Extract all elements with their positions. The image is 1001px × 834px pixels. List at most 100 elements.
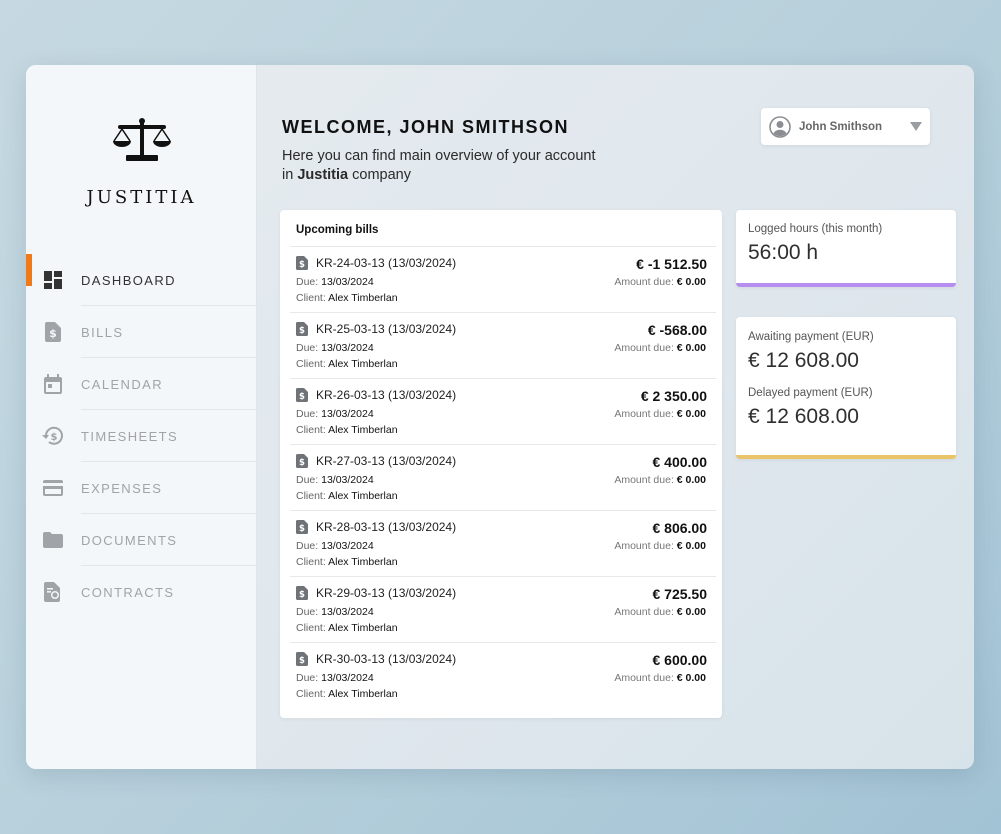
svg-text:$: $ [51,432,58,443]
awaiting-payment-label: Awaiting payment (EUR) [748,331,874,343]
dashboard-icon [42,269,64,291]
bill-client: Client: Alex Timberlan [296,490,398,502]
due-date: 13/03/2024 [321,540,374,552]
delayed-payment-label: Delayed payment (EUR) [748,387,873,399]
bill-number[interactable]: KR-24-03-13 (13/03/2024) [316,256,456,270]
amount-due-value: € 0.00 [676,540,706,552]
dollar-document-icon: $ [296,256,308,270]
amount-due-value: € 0.00 [676,474,706,486]
history-dollar-icon: $ [42,425,64,447]
due-label: Due: [296,474,319,486]
sidebar: JUSTITIA DASHBOARD $ BILLS CALENDAR $ TI… [26,65,257,769]
scales-of-justice-icon [112,118,171,161]
bill-client: Client: Alex Timberlan [296,292,398,304]
bill-due: Due: 13/03/2024 [296,606,374,618]
amount-due-value: € 0.00 [676,606,706,618]
user-menu-dropdown[interactable]: John Smithson [761,108,930,145]
bill-amount-due: Amount due: € 0.00 [614,276,706,288]
sidebar-nav: DASHBOARD $ BILLS CALENDAR $ TIMESHEETS [26,254,257,618]
intro-text: Here you can find main overview of your … [282,147,642,185]
svg-text:$: $ [299,392,305,402]
svg-text:$: $ [299,524,305,534]
bill-due: Due: 13/03/2024 [296,342,374,354]
client-label: Client: [296,424,326,436]
sidebar-item-label: DOCUMENTS [81,532,178,548]
client-label: Client: [296,556,326,568]
intro-company: Justitia [297,167,349,183]
dollar-document-icon: $ [296,454,308,468]
sidebar-item-label: CALENDAR [81,376,163,392]
bill-client: Client: Alex Timberlan [296,622,398,634]
sidebar-item-expenses[interactable]: EXPENSES [26,462,257,514]
svg-text:$: $ [299,590,305,600]
svg-text:$: $ [49,327,57,340]
bill-row[interactable]: $ KR-24-03-13 (13/03/2024) Due: 13/03/2024… [290,247,716,313]
sidebar-item-contracts[interactable]: CONTRACTS [26,566,257,618]
bill-row[interactable]: $ KR-30-03-13 (13/03/2024) Due: 13/03/2024… [290,643,716,709]
due-date: 13/03/2024 [321,474,374,486]
dollar-document-icon: $ [296,586,308,600]
bill-row[interactable]: $ KR-29-03-13 (13/03/2024) Due: 13/03/2024… [290,577,716,643]
main-content: WELCOME, JOHN SMITHSON Here you can find… [258,65,974,769]
due-label: Due: [296,540,319,552]
due-label: Due: [296,276,319,288]
bill-number[interactable]: KR-30-03-13 (13/03/2024) [316,652,456,666]
bill-number[interactable]: KR-29-03-13 (13/03/2024) [316,586,456,600]
bill-row[interactable]: $ KR-28-03-13 (13/03/2024) Due: 13/03/2024… [290,511,716,577]
amount-due-value: € 0.00 [676,276,706,288]
due-label: Due: [296,342,319,354]
bill-number[interactable]: KR-28-03-13 (13/03/2024) [316,520,456,534]
bill-number[interactable]: KR-25-03-13 (13/03/2024) [316,322,456,336]
sidebar-item-timesheets[interactable]: $ TIMESHEETS [26,410,257,462]
client-label: Client: [296,292,326,304]
client-label: Client: [296,688,326,700]
svg-text:$: $ [299,260,305,270]
delayed-payment-value: € 12 608.00 [748,405,859,428]
amount-due-label: Amount due: [614,540,674,552]
client-label: Client: [296,490,326,502]
dollar-document-icon: $ [296,388,308,402]
bill-row[interactable]: $ KR-25-03-13 (13/03/2024) Due: 13/03/2024… [290,313,716,379]
client-label: Client: [296,622,326,634]
sidebar-item-label: TIMESHEETS [81,428,179,444]
bill-row[interactable]: $ KR-27-03-13 (13/03/2024) Due: 13/03/2024… [290,445,716,511]
dollar-document-icon: $ [296,652,308,666]
dollar-document-icon: $ [42,321,64,343]
awaiting-payment-value: € 12 608.00 [748,349,859,372]
bill-number[interactable]: KR-27-03-13 (13/03/2024) [316,454,456,468]
amount-due-value: € 0.00 [676,408,706,420]
client-name: Alex Timberlan [328,358,398,370]
due-label: Due: [296,606,319,618]
logo: JUSTITIA [26,117,257,208]
bill-number[interactable]: KR-26-03-13 (13/03/2024) [316,388,456,402]
client-name: Alex Timberlan [328,424,398,436]
sidebar-item-bills[interactable]: $ BILLS [26,306,257,358]
bill-amount-due: Amount due: € 0.00 [614,606,706,618]
bill-amount: € 2 350.00 [640,388,707,404]
bill-due: Due: 13/03/2024 [296,540,374,552]
bill-amount: € 725.50 [652,586,708,602]
due-date: 13/03/2024 [321,408,374,420]
bill-due: Due: 13/03/2024 [296,672,374,684]
logged-hours-card: Logged hours (this month) 56:00 h [736,210,956,287]
sidebar-item-documents[interactable]: DOCUMENTS [26,514,257,566]
bill-client: Client: Alex Timberlan [296,424,398,436]
certificate-document-icon [42,581,64,603]
intro-line1: Here you can find main overview of your … [282,148,596,164]
sidebar-item-dashboard[interactable]: DASHBOARD [26,254,257,306]
amount-due-label: Amount due: [614,276,674,288]
due-label: Due: [296,408,319,420]
bill-amount-due: Amount due: € 0.00 [614,540,706,552]
sidebar-item-calendar[interactable]: CALENDAR [26,358,257,410]
upcoming-bills-title: Upcoming bills [290,210,716,247]
dollar-document-icon: $ [296,520,308,534]
bill-amount-due: Amount due: € 0.00 [614,342,706,354]
bill-client: Client: Alex Timberlan [296,556,398,568]
amount-due-value: € 0.00 [676,672,706,684]
bill-row[interactable]: $ KR-26-03-13 (13/03/2024) Due: 13/03/2024… [290,379,716,445]
credit-card-icon [42,477,64,499]
bill-amount-due: Amount due: € 0.00 [614,474,706,486]
due-label: Due: [296,672,319,684]
due-date: 13/03/2024 [321,672,374,684]
svg-text:$: $ [299,326,305,336]
